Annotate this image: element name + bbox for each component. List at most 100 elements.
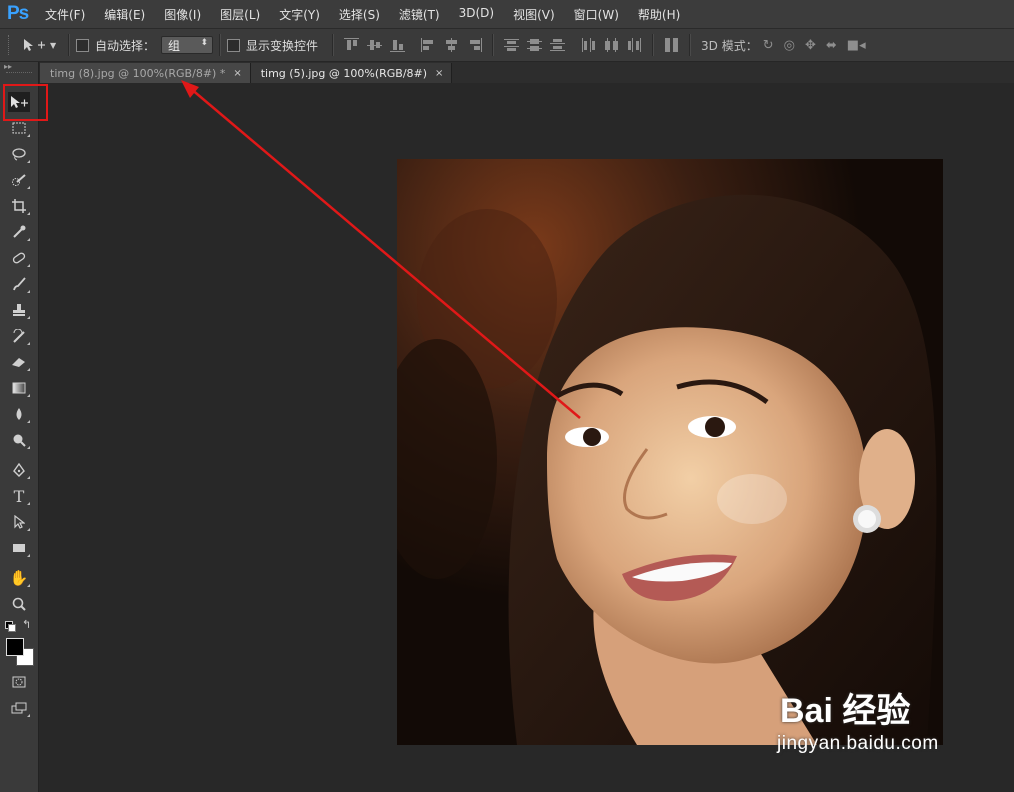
distribute-left-edges-icon[interactable] bbox=[581, 38, 596, 52]
options-bar: ▼ 自动选择： 组 ⬍ 显示变换控件 3D 模式： ↻ ◎ ✥ ⬌ ■◂ bbox=[0, 29, 1014, 62]
close-icon[interactable]: × bbox=[233, 68, 241, 79]
eyedropper-icon bbox=[13, 225, 26, 238]
tool-preset-picker[interactable]: ▼ bbox=[22, 38, 62, 52]
3d-scale-icon[interactable]: ■◂ bbox=[847, 38, 866, 53]
menu-items: 文件(F) 编辑(E) 图像(I) 图层(L) 文字(Y) 选择(S) 滤镜(T… bbox=[45, 6, 699, 23]
move-tool-icon bbox=[24, 39, 45, 51]
align-vertical-centers-icon[interactable] bbox=[367, 38, 383, 52]
quick-selection-tool[interactable] bbox=[8, 170, 30, 190]
close-icon[interactable]: × bbox=[435, 68, 443, 79]
crop-icon bbox=[12, 199, 26, 213]
tab-timg-8[interactable]: timg (8).jpg @ 100%(RGB/8#) * × bbox=[40, 63, 251, 83]
blur-drop-icon bbox=[16, 408, 22, 420]
distribute-horizontal-centers-icon[interactable] bbox=[604, 38, 619, 52]
gradient-tool[interactable] bbox=[8, 378, 30, 398]
panel-grip[interactable] bbox=[6, 72, 32, 77]
rectangle-shape-icon bbox=[13, 544, 25, 552]
3d-pan-icon[interactable]: ✥ bbox=[805, 38, 816, 53]
document-image[interactable] bbox=[397, 159, 943, 745]
gradient-icon bbox=[12, 382, 26, 394]
separator bbox=[68, 34, 70, 56]
brush-tool[interactable] bbox=[8, 274, 30, 294]
menu-file[interactable]: 文件(F) bbox=[45, 6, 85, 23]
distribute-right-edges-icon[interactable] bbox=[627, 38, 642, 52]
lasso-icon bbox=[12, 148, 26, 161]
history-brush-icon bbox=[13, 329, 25, 343]
separator bbox=[492, 34, 495, 56]
quick-selection-icon bbox=[12, 174, 26, 186]
lasso-tool[interactable] bbox=[8, 144, 30, 164]
align-horizontal-centers-icon[interactable] bbox=[444, 38, 459, 52]
auto-select-label: 自动选择： bbox=[95, 38, 156, 53]
quick-mask-toggle[interactable] bbox=[8, 672, 30, 692]
align-top-edges-icon[interactable] bbox=[344, 38, 360, 52]
dodge-icon bbox=[13, 434, 26, 447]
watermark-title: Bai 经验 bbox=[780, 692, 911, 730]
bandage-icon bbox=[12, 252, 26, 264]
foreground-color-swatch[interactable] bbox=[6, 638, 24, 656]
show-transform-label: 显示变换控件 bbox=[246, 38, 319, 53]
history-brush-tool[interactable] bbox=[8, 326, 30, 346]
auto-select-checkbox[interactable] bbox=[76, 38, 89, 52]
distribute-bottom-edges-icon[interactable] bbox=[550, 38, 566, 52]
chevron-down-icon: ▼ bbox=[50, 40, 57, 50]
rectangle-tool[interactable] bbox=[8, 538, 30, 558]
document-tab-bar: timg (8).jpg @ 100%(RGB/8#) * × timg (5)… bbox=[40, 62, 1014, 83]
screen-mode-icon bbox=[11, 702, 27, 714]
move-tool-highlight-box bbox=[3, 84, 48, 121]
default-colors-icon[interactable] bbox=[5, 621, 16, 632]
separator bbox=[652, 34, 655, 56]
auto-select-dropdown[interactable]: 组 ⬍ bbox=[161, 36, 214, 54]
align-right-edges-icon[interactable] bbox=[467, 38, 483, 52]
separator bbox=[689, 34, 692, 56]
menu-type[interactable]: 文字(Y) bbox=[279, 6, 320, 23]
menu-image[interactable]: 图像(I) bbox=[164, 6, 201, 23]
pen-tool[interactable] bbox=[8, 460, 30, 480]
menu-3d[interactable]: 3D(D) bbox=[459, 6, 494, 23]
healing-brush-tool[interactable] bbox=[8, 248, 30, 268]
tab-label: timg (5).jpg @ 100%(RGB/8#) bbox=[260, 66, 428, 80]
stamp-icon bbox=[13, 304, 25, 316]
menu-edit[interactable]: 编辑(E) bbox=[104, 6, 145, 23]
tab-label: timg (8).jpg @ 100%(RGB/8#) * bbox=[50, 66, 226, 80]
menu-window[interactable]: 窗口(W) bbox=[574, 6, 619, 23]
menu-select[interactable]: 选择(S) bbox=[339, 6, 380, 23]
photoshop-logo: Ps bbox=[7, 3, 29, 24]
3d-slide-icon[interactable]: ⬌ bbox=[826, 38, 837, 53]
menu-layer[interactable]: 图层(L) bbox=[220, 6, 260, 23]
type-tool[interactable]: T bbox=[8, 486, 30, 506]
type-icon: T bbox=[13, 486, 25, 506]
path-selection-tool[interactable] bbox=[8, 512, 30, 532]
align-left-edges-icon[interactable] bbox=[421, 38, 436, 52]
auto-align-layers-icon[interactable] bbox=[664, 38, 679, 52]
eyedropper-tool[interactable] bbox=[8, 222, 30, 242]
swap-colors-icon[interactable]: ↰ bbox=[22, 618, 31, 631]
screen-mode-button[interactable] bbox=[8, 698, 30, 718]
clone-stamp-tool[interactable] bbox=[8, 300, 30, 320]
zoom-tool[interactable] bbox=[8, 594, 30, 614]
3d-roll-icon[interactable]: ◎ bbox=[784, 38, 795, 53]
menu-view[interactable]: 视图(V) bbox=[513, 6, 555, 23]
zoom-icon bbox=[12, 597, 26, 611]
blur-tool[interactable] bbox=[8, 404, 30, 424]
show-transform-checkbox[interactable] bbox=[227, 38, 241, 52]
path-selection-icon bbox=[14, 515, 25, 529]
eraser-tool[interactable] bbox=[8, 352, 30, 372]
hand-tool[interactable]: ✋ bbox=[8, 568, 30, 588]
dodge-tool[interactable] bbox=[8, 430, 30, 450]
menu-filter[interactable]: 滤镜(T) bbox=[399, 6, 440, 23]
watermark-url: jingyan.baidu.com bbox=[777, 733, 939, 754]
marquee-tool[interactable] bbox=[8, 118, 30, 138]
distribute-vertical-centers-icon[interactable] bbox=[527, 38, 543, 52]
dropdown-arrow-icon: ⬍ bbox=[200, 38, 209, 48]
align-bottom-edges-icon[interactable] bbox=[390, 38, 406, 52]
3d-rotate-icon[interactable]: ↻ bbox=[763, 38, 774, 53]
hand-icon: ✋ bbox=[9, 569, 29, 587]
panel-collapse-icon[interactable]: ▸▸ bbox=[0, 62, 38, 72]
menu-help[interactable]: 帮助(H) bbox=[638, 6, 680, 23]
options-grip[interactable] bbox=[8, 35, 14, 55]
tab-timg-5[interactable]: timg (5).jpg @ 100%(RGB/8#) × bbox=[250, 63, 453, 83]
eraser-icon bbox=[12, 358, 25, 367]
distribute-top-edges-icon[interactable] bbox=[504, 38, 520, 52]
crop-tool[interactable] bbox=[8, 196, 30, 216]
